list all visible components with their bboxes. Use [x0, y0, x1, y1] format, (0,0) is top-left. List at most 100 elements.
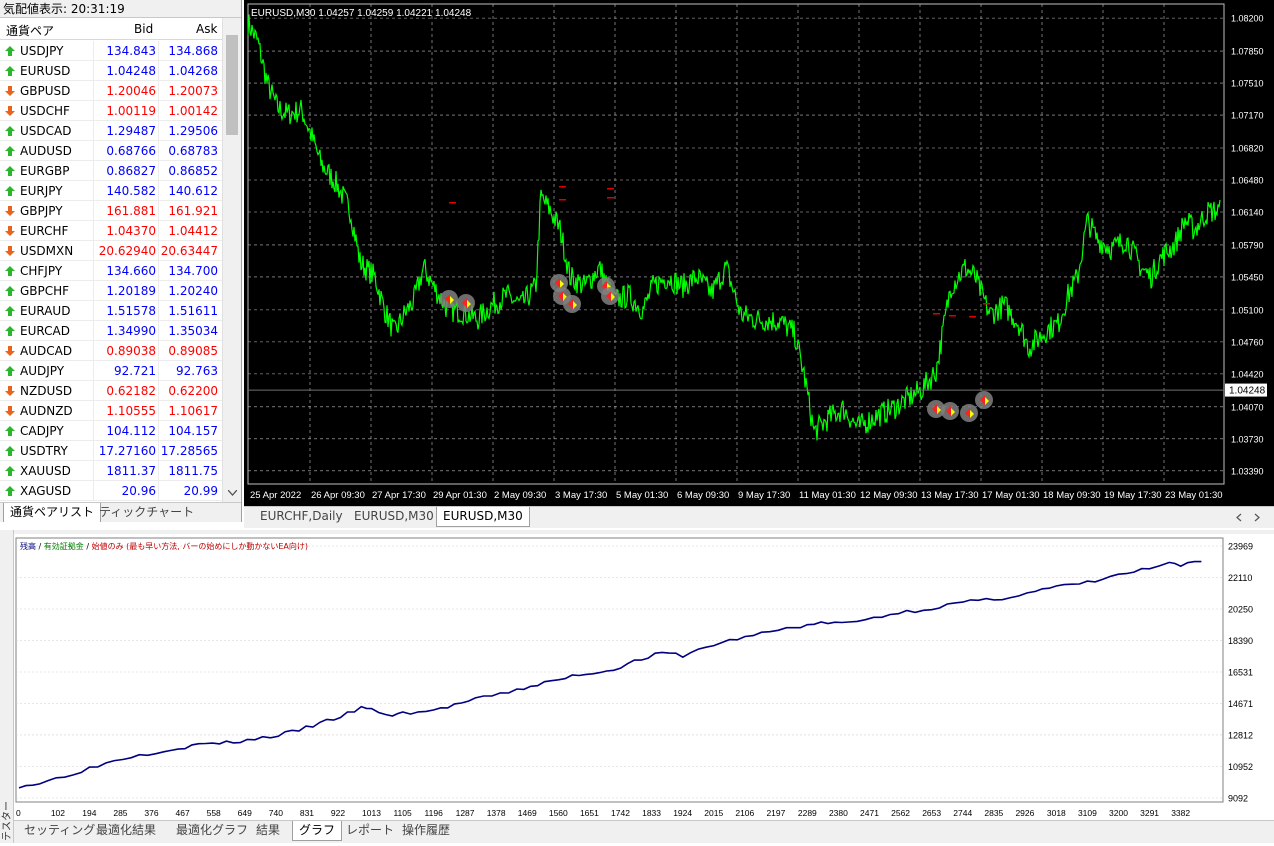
- tab-scroll-icon[interactable]: [1236, 513, 1260, 522]
- symbol-row[interactable]: USDCHF 1.00119 1.00142: [0, 101, 222, 121]
- symbol-row[interactable]: USDTRY 17.27160 17.28565: [0, 441, 222, 461]
- arrow-up-icon: [5, 266, 15, 276]
- bid-value: 17.27160: [98, 444, 156, 458]
- symbol-row[interactable]: EURAUD 1.51578 1.51611: [0, 301, 222, 321]
- x-tick-label: 3 May 17:30: [555, 490, 607, 501]
- column-bid[interactable]: Bid: [134, 22, 153, 36]
- bid-value: 1.10555: [106, 404, 156, 418]
- arrow-up-icon: [5, 366, 15, 376]
- x-tick-label: 12 May 09:30: [860, 490, 918, 501]
- tab-tick-chart[interactable]: ティックチャート: [93, 503, 200, 522]
- arrow-up-icon: [5, 186, 15, 196]
- symbol-row[interactable]: GBPCHF 1.20189 1.20240: [0, 281, 222, 301]
- equity-graph-canvas[interactable]: 23969 22110 20250 18390 16531 14671 12812 10952…: [14, 534, 1274, 820]
- tab-report[interactable]: レポート: [340, 821, 400, 841]
- tab-optimization-graph[interactable]: 最適化グラフ: [170, 821, 254, 841]
- ask-value: 0.62200: [168, 384, 218, 398]
- symbol-row[interactable]: XAUUSD 1811.37 1811.75: [0, 461, 222, 481]
- symbol-row[interactable]: EURUSD 1.04248 1.04268: [0, 61, 222, 81]
- scroll-down-icon[interactable]: [228, 490, 237, 496]
- bid-value: 134.843: [106, 44, 156, 58]
- symbol-name: USDCAD: [20, 124, 72, 138]
- ask-value: 20.99: [183, 484, 218, 498]
- y-tick-label: 1.08200: [1231, 14, 1264, 24]
- symbol-row[interactable]: AUDJPY 92.721 92.763: [0, 361, 222, 381]
- symbol-row[interactable]: NZDUSD 0.62182 0.62200: [0, 381, 222, 401]
- symbol-row[interactable]: GBPUSD 1.20046 1.20073: [0, 81, 222, 101]
- symbol-row[interactable]: AUDCAD 0.89038 0.89085: [0, 341, 222, 361]
- x-tick-label: 3109: [1078, 808, 1097, 818]
- tab-results[interactable]: 結果: [250, 821, 286, 841]
- arrow-down-icon: [5, 86, 15, 96]
- symbol-row[interactable]: GBPJPY 161.881 161.921: [0, 201, 222, 221]
- y-tick-label: 1.06140: [1231, 208, 1264, 218]
- bid-value: 1.00119: [106, 104, 156, 118]
- y-tick-label: 1.05450: [1231, 272, 1264, 282]
- ask-value: 1.10617: [168, 404, 218, 418]
- x-tick-label: 0: [16, 808, 21, 818]
- symbol-row[interactable]: USDJPY 134.843 134.868: [0, 41, 222, 61]
- bid-value: 134.660: [106, 264, 156, 278]
- tab-history[interactable]: 操作履歴: [396, 821, 456, 841]
- price-chart-canvas[interactable]: 1.08200 1.07850 1.07510 1.07170 1.06820 1.064…: [244, 0, 1274, 506]
- symbol-row[interactable]: AUDNZD 1.10555 1.10617: [0, 401, 222, 421]
- y-tick-label: 1.03730: [1231, 434, 1264, 444]
- scrollbar-thumb[interactable]: [226, 35, 238, 135]
- column-symbol[interactable]: 通貨ペア: [6, 22, 54, 39]
- legend-open-prices: 始値のみ (最も早い方法, バーの始めにしか動かないEA向け): [92, 541, 308, 551]
- symbol-row[interactable]: EURJPY 140.582 140.612: [0, 181, 222, 201]
- x-tick-label: 1105: [393, 808, 412, 818]
- arrow-up-icon: [5, 126, 15, 136]
- tab-eurusd-m30-1[interactable]: EURUSD,M30: [348, 507, 440, 527]
- x-tick-label: 17 May 01:30: [982, 490, 1040, 501]
- legend-balance: 残高: [20, 541, 36, 551]
- tab-eurchf-daily[interactable]: EURCHF,Daily: [254, 507, 349, 527]
- trade-markers: [440, 186, 993, 422]
- symbol-name: USDTRY: [20, 444, 68, 458]
- symbol-row[interactable]: EURCHF 1.04370 1.04412: [0, 221, 222, 241]
- symbol-row[interactable]: EURGBP 0.86827 0.86852: [0, 161, 222, 181]
- column-ask[interactable]: Ask: [196, 22, 217, 36]
- x-tick-label: 285: [113, 808, 127, 818]
- symbol-name: EURJPY: [20, 184, 63, 198]
- pending-order-mark: [559, 186, 566, 188]
- bid-value: 1.34990: [106, 324, 156, 338]
- y-tick-label: 1.06480: [1231, 176, 1264, 186]
- symbol-name: GBPCHF: [20, 284, 70, 298]
- tab-eurusd-m30-2[interactable]: EURUSD,M30: [436, 507, 530, 527]
- symbol-name: USDCHF: [20, 104, 70, 118]
- symbol-row[interactable]: USDCAD 1.29487 1.29506: [0, 121, 222, 141]
- arrow-up-icon: [5, 46, 15, 56]
- tab-symbol-list[interactable]: 通貨ペアリスト: [3, 503, 102, 522]
- symbol-row[interactable]: XAGUSD 20.96 20.99: [0, 481, 222, 501]
- symbol-name: XAUUSD: [20, 464, 71, 478]
- x-tick-label: 1560: [549, 808, 568, 818]
- equity-graph[interactable]: 23969 22110 20250 18390 16531 14671 12812 10952…: [14, 534, 1274, 820]
- y-tick-label: 1.04760: [1231, 337, 1264, 347]
- x-tick-label: 2471: [860, 808, 879, 818]
- x-tick-label: 2106: [735, 808, 754, 818]
- symbol-row[interactable]: CADJPY 104.112 104.157: [0, 421, 222, 441]
- ask-value: 1.20240: [168, 284, 218, 298]
- symbol-row[interactable]: EURCAD 1.34990 1.35034: [0, 321, 222, 341]
- tab-settings[interactable]: セッティング: [18, 821, 101, 841]
- bid-value: 104.112: [106, 424, 156, 438]
- arrow-down-icon: [5, 386, 15, 396]
- symbol-row[interactable]: CHFJPY 134.660 134.700: [0, 261, 222, 281]
- tab-optimization-results[interactable]: 最適化結果: [90, 821, 162, 841]
- x-tick-label: 23 May 01:30: [1165, 490, 1223, 501]
- symbol-row[interactable]: AUDUSD 0.68766 0.68783: [0, 141, 222, 161]
- market-watch-scrollbar[interactable]: [222, 18, 241, 502]
- arrow-down-icon: [5, 226, 15, 236]
- y-tick-label: 16531: [1228, 667, 1253, 677]
- arrow-down-icon: [5, 106, 15, 116]
- pending-order-mark: [983, 303, 990, 305]
- price-chart[interactable]: 1.08200 1.07850 1.07510 1.07170 1.06820 1.064…: [244, 0, 1274, 506]
- bid-value: 1.20046: [106, 84, 156, 98]
- ask-value: 1811.75: [168, 464, 218, 478]
- symbol-row[interactable]: USDMXN 20.62940 20.63447: [0, 241, 222, 261]
- bid-value: 1.04248: [106, 64, 156, 78]
- tab-graph[interactable]: グラフ: [292, 821, 343, 841]
- y-tick-label: 1.04420: [1231, 369, 1264, 379]
- market-watch-tabs: 通貨ペアリスト ティックチャート: [0, 502, 241, 522]
